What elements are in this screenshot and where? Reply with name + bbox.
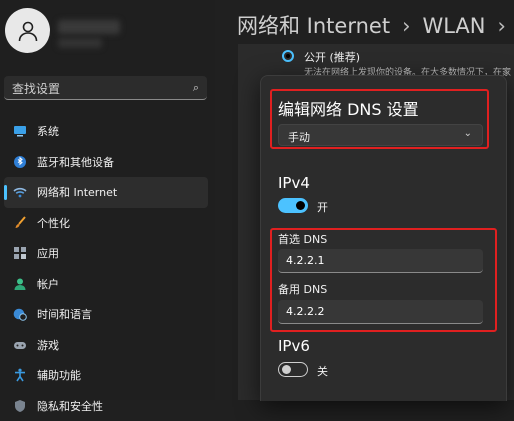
sidebar-item-label: 网络和 Internet (37, 184, 117, 200)
sidebar-item-label: 帐户 (37, 276, 59, 292)
sidebar-item-label: 应用 (37, 245, 59, 261)
sidebar: 查找设置 ⌕ 系统 蓝牙和其他设备 网络和 Internet 个性化 (0, 0, 215, 400)
sidebar-item-label: 隐私和安全性 (37, 398, 103, 414)
sidebar-item-system[interactable]: 系统 (4, 116, 208, 147)
sidebar-item-apps[interactable]: 应用 (4, 238, 208, 269)
settings-search-input[interactable]: 查找设置 ⌕ (4, 76, 207, 100)
dialog-title: 编辑网络 DNS 设置 (278, 96, 419, 120)
breadcrumb: 网络和 Internet›WLAN›i (237, 10, 514, 40)
sidebar-item-bluetooth[interactable]: 蓝牙和其他设备 (4, 147, 208, 178)
ipv4-toggle[interactable] (278, 198, 308, 213)
apps-icon (12, 246, 27, 261)
alternate-dns-input[interactable]: 4.2.2.2 (278, 300, 483, 324)
sidebar-item-accessibility[interactable]: 辅助功能 (4, 360, 208, 391)
sidebar-item-label: 游戏 (37, 337, 59, 353)
preferred-dns-label: 首选 DNS (278, 231, 327, 247)
toggle-knob (282, 365, 291, 374)
user-email-redacted (58, 38, 102, 48)
breadcrumb-separator: › (402, 14, 410, 38)
ipv4-heading: IPv4 (278, 174, 310, 192)
sidebar-item-label: 个性化 (37, 215, 70, 231)
brush-icon (12, 215, 27, 230)
ipv4-toggle-label: 开 (317, 199, 328, 215)
sidebar-item-label: 时间和语言 (37, 306, 92, 322)
sidebar-item-gaming[interactable]: 游戏 (4, 330, 208, 361)
alternate-dns-label: 备用 DNS (278, 281, 327, 297)
ipv6-toggle-label: 关 (317, 363, 328, 379)
gamepad-icon (12, 337, 27, 352)
radio-title: 公开 (推荐) (304, 49, 360, 65)
sidebar-item-time-language[interactable]: 时间和语言 (4, 299, 208, 330)
ipv6-toggle[interactable] (278, 362, 308, 377)
breadcrumb-separator: › (498, 14, 506, 38)
chevron-down-icon: ⌄ (464, 128, 472, 139)
preferred-dns-input[interactable]: 4.2.2.1 (278, 249, 483, 273)
accessibility-icon (12, 368, 27, 383)
bluetooth-icon (12, 154, 27, 169)
search-icon[interactable]: ⌕ (193, 81, 199, 95)
search-placeholder: 查找设置 (12, 80, 60, 97)
breadcrumb-network[interactable]: 网络和 Internet (237, 14, 390, 38)
sidebar-item-label: 蓝牙和其他设备 (37, 154, 114, 170)
monitor-icon (12, 124, 27, 139)
radio-selected[interactable] (282, 50, 294, 62)
ipv6-heading: IPv6 (278, 337, 310, 355)
sidebar-item-network[interactable]: 网络和 Internet (4, 177, 208, 208)
dns-mode-dropdown[interactable]: 手动 ⌄ (278, 124, 483, 146)
dropdown-value: 手动 (288, 129, 310, 145)
wifi-icon (12, 185, 27, 200)
sidebar-nav: 系统 蓝牙和其他设备 网络和 Internet 个性化 应用 (4, 116, 208, 421)
user-avatar[interactable] (5, 8, 50, 53)
field-value: 4.2.2.1 (286, 254, 324, 267)
person-avatar-icon (16, 19, 40, 43)
sidebar-item-privacy[interactable]: 隐私和安全性 (4, 391, 208, 421)
globe-clock-icon (12, 307, 27, 322)
sidebar-item-label: 系统 (37, 123, 59, 139)
sidebar-item-label: 辅助功能 (37, 367, 81, 383)
person-icon (12, 276, 27, 291)
field-value: 4.2.2.2 (286, 305, 324, 318)
user-name-redacted (58, 20, 120, 34)
breadcrumb-wlan[interactable]: WLAN (422, 14, 485, 38)
sidebar-item-personalization[interactable]: 个性化 (4, 208, 208, 239)
toggle-knob (296, 201, 305, 210)
sidebar-item-accounts[interactable]: 帐户 (4, 269, 208, 300)
shield-icon (12, 398, 27, 413)
